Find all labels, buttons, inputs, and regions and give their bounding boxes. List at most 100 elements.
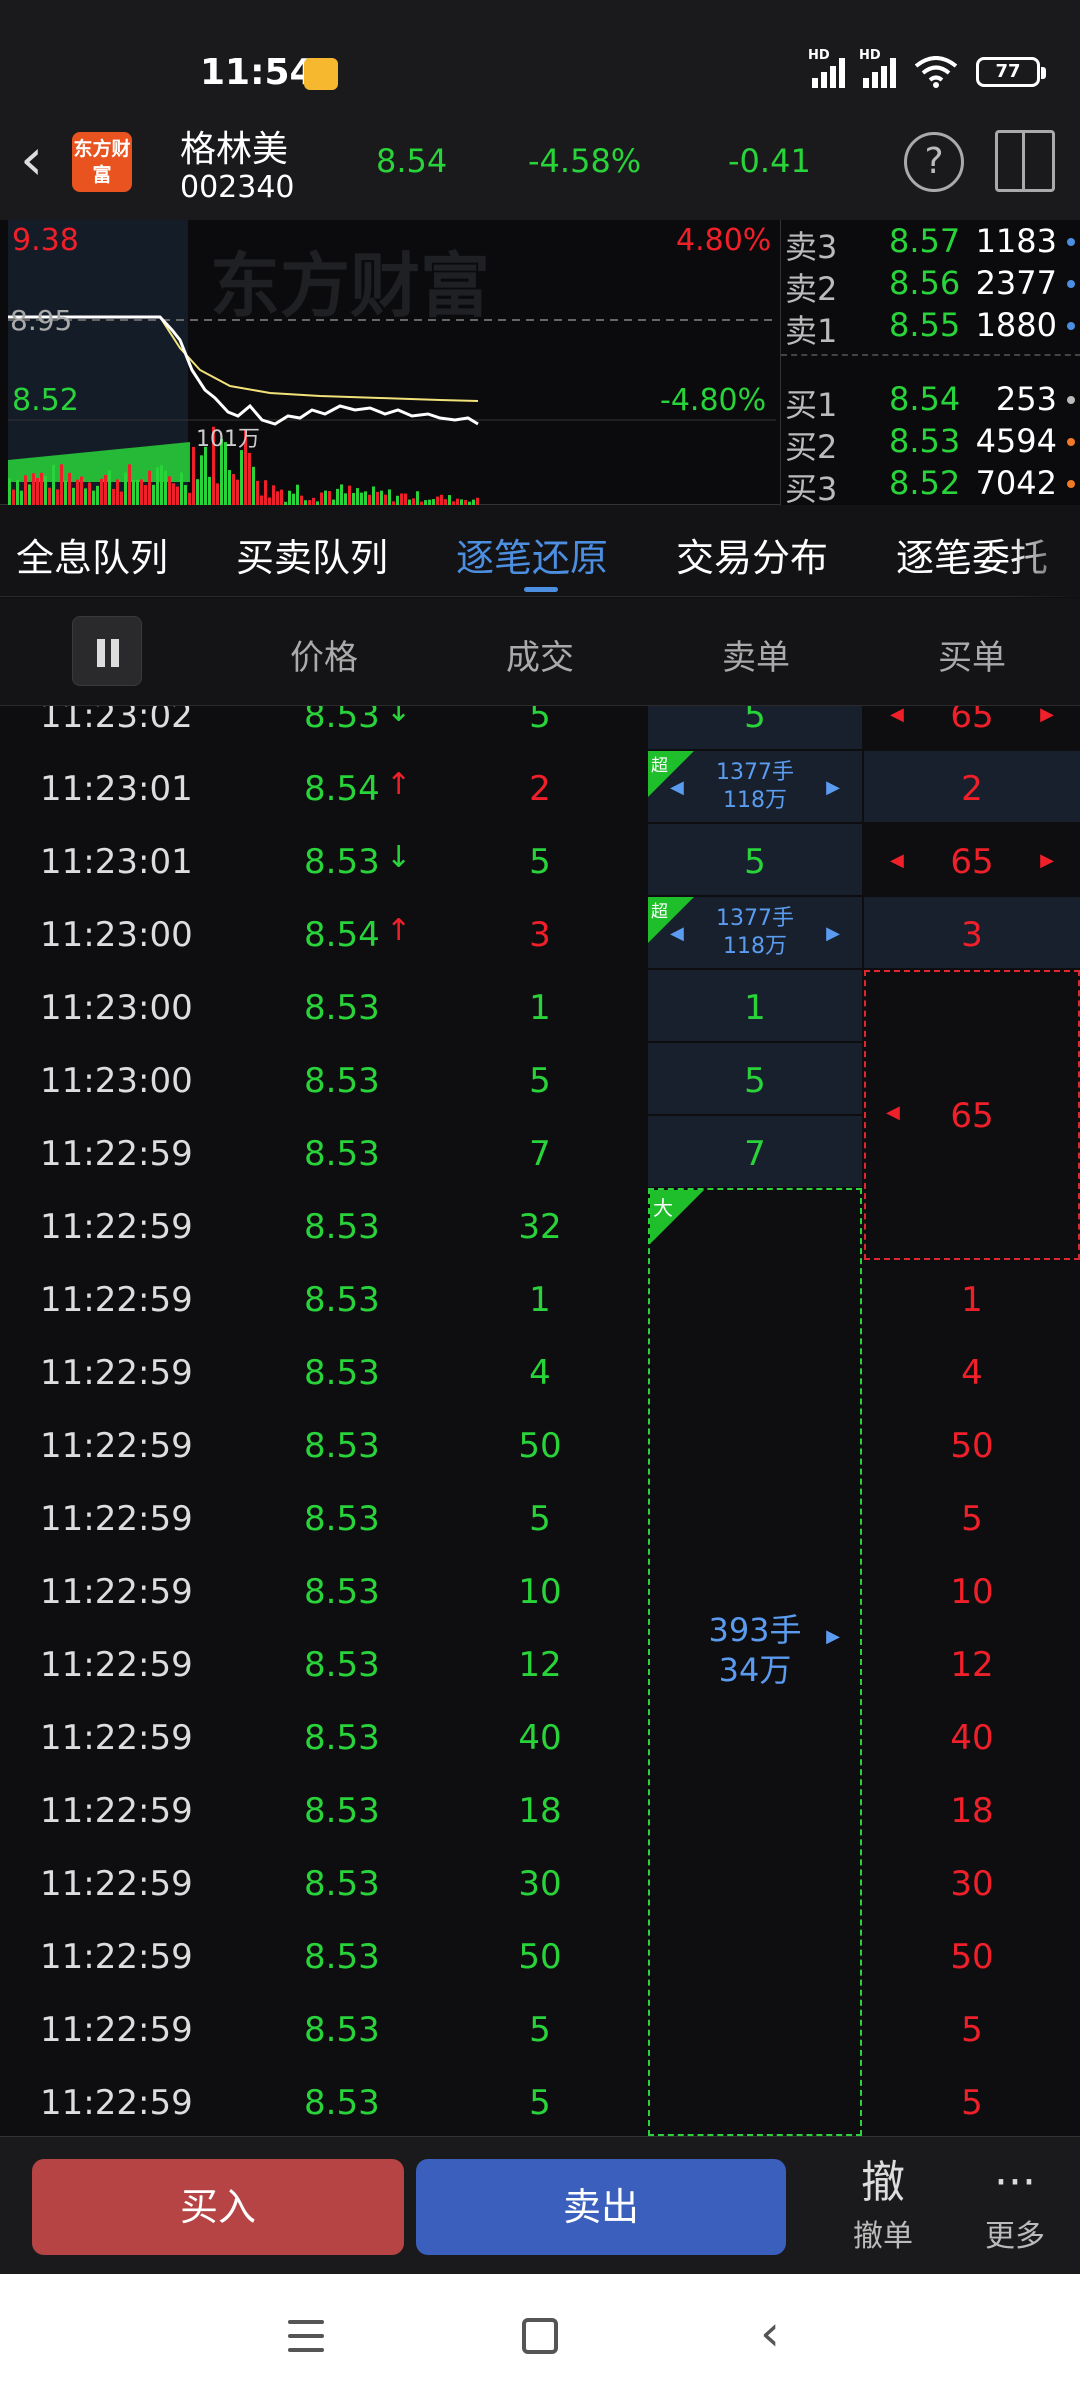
tick-price: 8.53 (304, 1426, 380, 1466)
buy-order-value: 12 (950, 1645, 994, 1685)
volume-bar (120, 491, 123, 505)
sell-order-cell[interactable]: 超 ◀ 1377手 118万 ▶ (648, 751, 862, 824)
tick-volume: 1 (529, 1280, 551, 1320)
volume-bar (20, 490, 23, 505)
volume-bar (84, 488, 87, 505)
merged-buy-block[interactable]: ◀ 65 (864, 970, 1080, 1260)
table-row: 11:22:59 8.53 5 5 (0, 1481, 1080, 1554)
tab-bar: 全息队列 买卖队列 逐笔还原 交易分布 逐笔委托 (0, 505, 1080, 597)
sell-order-cell[interactable]: 5 (648, 824, 862, 897)
tab-fade (1010, 505, 1080, 597)
volume-bar (348, 485, 351, 505)
merged-sell-summary: 393手 34万 (708, 1611, 802, 1689)
back-icon[interactable]: ‹ (760, 2308, 780, 2358)
buy-order-value: 4 (961, 1353, 983, 1393)
buy-button[interactable]: 买入 (32, 2159, 404, 2255)
table-row: 11:22:59 8.53 12 12 (0, 1627, 1080, 1700)
tick-price: 8.54 (304, 915, 380, 955)
sell-order-cell[interactable]: 超 ◀ 1377手 118万 ▶ (648, 897, 862, 970)
volume-bar (340, 484, 343, 505)
volume-bar (80, 476, 83, 505)
buy-order-cell[interactable]: 2 (864, 751, 1080, 824)
intraday-chart[interactable]: 东方财富 9.38 4.80% 8.95 8.52 -4.80% 101万 (0, 220, 780, 505)
sell-order-cell[interactable]: 5 (648, 706, 862, 751)
bottom-action-bar: 买入 卖出 撤 撤单 ··· 更多 (0, 2136, 1080, 2274)
sell-order-cell[interactable]: 1 (648, 970, 862, 1043)
stock-header: ‹ 东方财富 格林美 002340 8.54 -4.58% -0.41 ? (0, 110, 1080, 220)
volume-bar (364, 491, 367, 505)
volume-bar (44, 476, 47, 505)
volume-bar (376, 491, 379, 505)
col-volume: 成交 (506, 638, 574, 678)
more-button[interactable]: ··· 更多 (960, 2155, 1070, 2255)
tab-bid-ask-queue[interactable]: 买卖队列 (236, 527, 388, 582)
sell-button[interactable]: 卖出 (416, 2159, 786, 2255)
help-icon[interactable]: ? (904, 132, 964, 192)
volume-bar (196, 479, 199, 505)
tick-volume: 2 (529, 769, 551, 809)
buy-order-cell[interactable]: ◀ ▶ 65 (864, 824, 1080, 897)
volume-bar (216, 483, 219, 505)
tick-list[interactable]: 11:23:02 8.53 ↓ 5 5 ◀ ▶ 65 11:23:01 8.54 ↑ 2 超 ◀ 1377手… (0, 706, 1080, 2136)
table-row: 11:23:01 8.53 ↓ 5 5 ◀ ▶ 65 (0, 824, 1080, 897)
volume-bar (372, 486, 375, 505)
tick-volume: 5 (529, 706, 551, 736)
buy-order-cell[interactable]: 3 (864, 897, 1080, 970)
tick-volume: 3 (529, 915, 551, 955)
recent-apps-icon[interactable] (288, 2320, 324, 2362)
volume-bar (448, 495, 451, 505)
tab-full-queue[interactable]: 全息队列 (16, 527, 168, 582)
table-row: 11:22:59 8.53 18 18 (0, 1773, 1080, 1846)
tick-volume: 40 (518, 1718, 562, 1758)
tick-time: 11:22:59 (40, 1280, 193, 1320)
chevron-left-icon[interactable]: ‹ (20, 130, 43, 188)
tick-volume: 5 (529, 842, 551, 882)
big-order-badge-text: 大 (653, 1196, 673, 1220)
volume-bar (356, 488, 359, 505)
tick-time: 11:23:00 (40, 988, 193, 1028)
table-row: 11:22:59 8.53 50 50 (0, 1919, 1080, 1992)
active-tab-indicator (524, 587, 558, 592)
merged-sell-block[interactable]: 大 393手 34万 ▶ (648, 1188, 862, 2136)
chart-high-price: 9.38 (12, 223, 79, 258)
tick-time: 11:22:59 (40, 1207, 193, 1247)
tick-volume: 30 (518, 1864, 562, 1904)
table-row: 11:23:01 8.54 ↑ 2 超 ◀ 1377手 118万 ▶ 2 (0, 751, 1080, 824)
tick-time: 11:23:00 (40, 1061, 193, 1101)
app-logo: 东方财富 (72, 132, 132, 192)
more-icon: ··· (994, 2157, 1036, 2208)
volume-bar (116, 479, 119, 505)
tab-tick-restore[interactable]: 逐笔还原 (456, 527, 608, 582)
volume-bar (176, 486, 179, 505)
volume-bar (136, 479, 139, 505)
status-icons: HD HD 77 (808, 48, 1046, 88)
chart-watermark: 东方财富 (210, 245, 490, 327)
tick-volume: 5 (529, 2083, 551, 2123)
tick-price: 8.53 (304, 842, 380, 882)
col-price: 价格 (290, 638, 358, 678)
current-price: 8.54 (376, 142, 448, 180)
cancel-order-button[interactable]: 撤 撤单 (828, 2155, 938, 2255)
sell-order-cell[interactable]: 7 (648, 1116, 862, 1189)
volume-bar (296, 484, 299, 505)
tick-volume: 5 (529, 2010, 551, 2050)
volume-bar (128, 464, 131, 505)
chart-low-price: 8.52 (12, 383, 79, 418)
sell-order-cell[interactable]: 5 (648, 1043, 862, 1116)
tick-time: 11:22:59 (40, 1645, 193, 1685)
volume-bar (232, 474, 235, 505)
pause-icon[interactable] (72, 616, 142, 686)
order-book[interactable]: 卖3 8.57 1183 卖2 8.56 2377 卖1 8.55 1880 买1 8.54 2… (780, 220, 1080, 508)
volume-bar (200, 455, 203, 505)
volume-bar (288, 490, 291, 505)
tick-time: 11:23:02 (40, 706, 193, 736)
home-icon[interactable] (522, 2318, 558, 2354)
volume-bar (184, 484, 187, 505)
buy-order-value: 10 (950, 1572, 994, 1612)
tick-price: 8.53 (304, 1353, 380, 1393)
switch-layout-icon[interactable] (995, 130, 1055, 192)
buy-order-cell[interactable]: ◀ ▶ 65 (864, 706, 1080, 751)
wifi-icon (914, 56, 958, 88)
tab-trade-distribution[interactable]: 交易分布 (676, 527, 828, 582)
table-row: 11:22:59 8.53 40 40 (0, 1700, 1080, 1773)
